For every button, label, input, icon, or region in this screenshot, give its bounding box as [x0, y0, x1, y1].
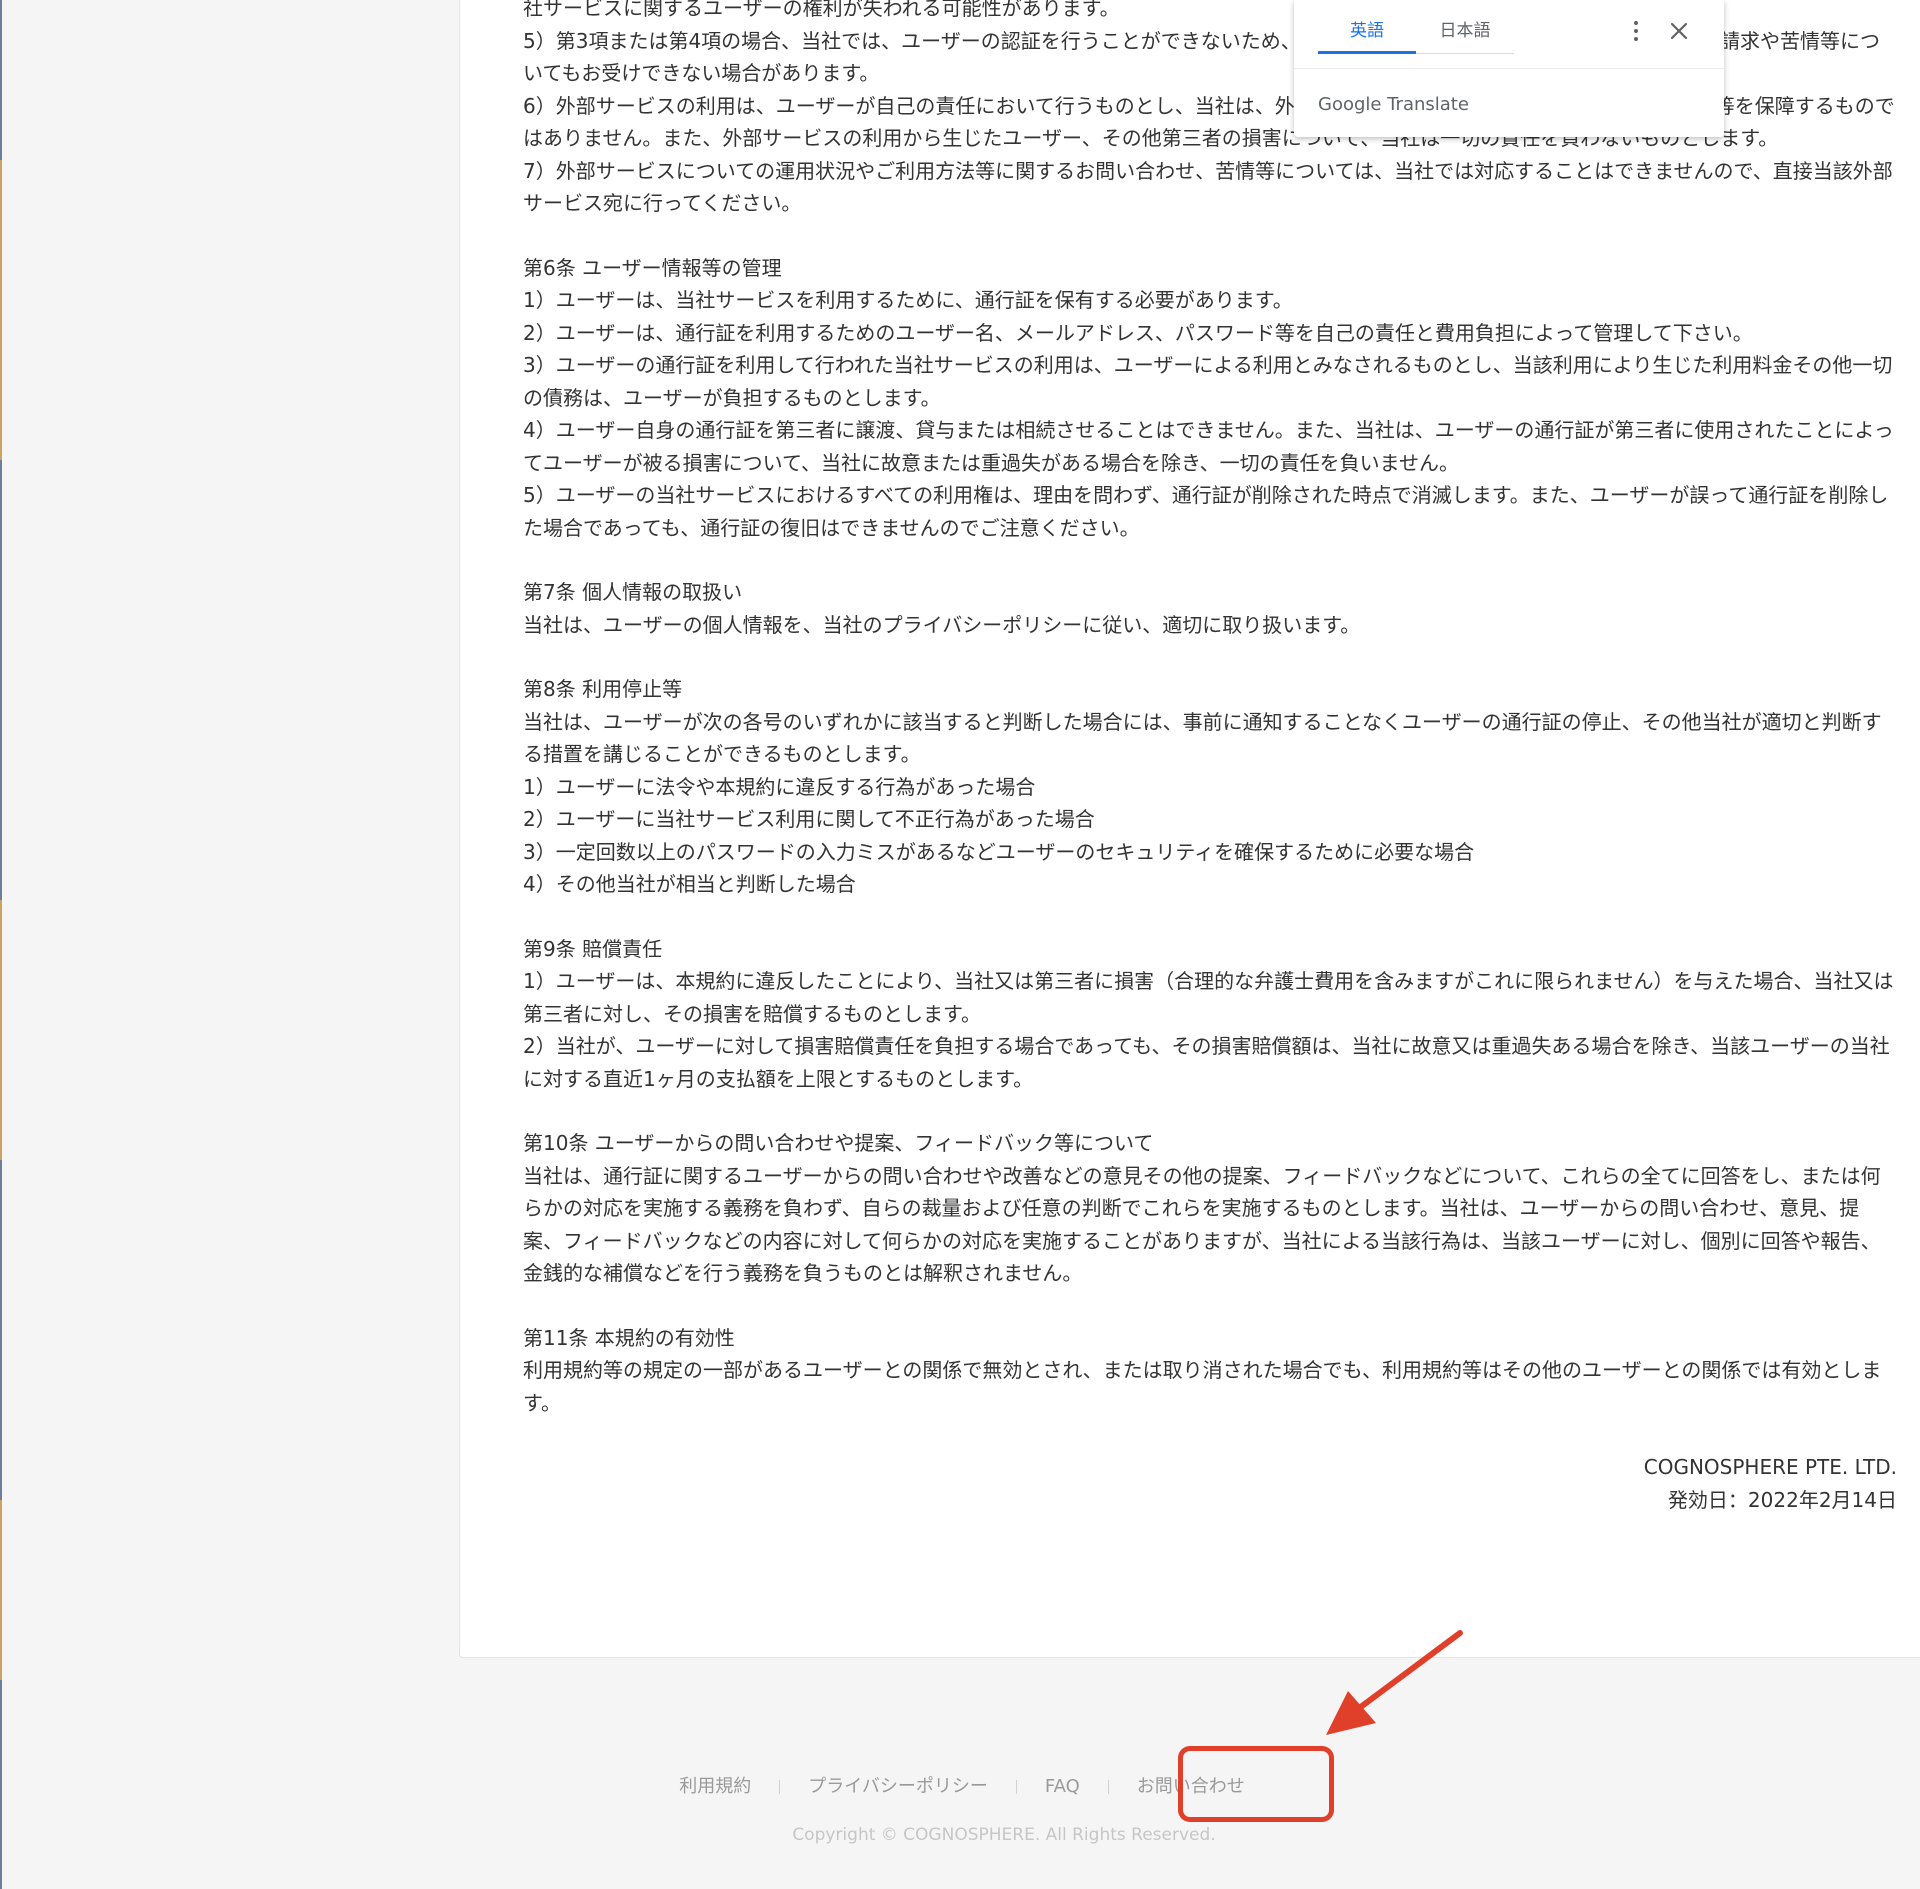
article-heading: 第6条 ユーザー情報等の管理	[523, 255, 782, 280]
article-heading: 第7条 個人情報の取扱い	[523, 580, 743, 604]
footer-copyright: Copyright © COGNOSPHERE. All Rights Rese…	[792, 1825, 1216, 1845]
paragraph: 2）当社が、ユーザーに対して損害賠償責任を負担する場合であっても、その損害賠償額…	[523, 1034, 1890, 1091]
effective-date: 発効日：2022年2月14日	[1667, 1487, 1897, 1512]
paragraph: 2）ユーザーに当社サービス利用に関して不正行為があった場合	[523, 807, 1095, 831]
paragraph: 当社は、ユーザーが次の各号のいずれかに該当すると判断した場合には、事前に通知する…	[523, 709, 1882, 767]
paragraph: 4）その他当社が相当と判断した場合	[523, 872, 856, 896]
paragraph: 7）外部サービスについての運用状況やご利用方法等に関するお問い合わせ、苦情等につ…	[523, 158, 1893, 216]
terms-content: 社サービスに関するユーザーの権利が失われる可能性があります。 5）第3項または第…	[523, 0, 1897, 1516]
article-heading: 第8条 利用停止等	[523, 677, 683, 701]
window-left-edge	[0, 0, 2, 1889]
article-heading: 第11条 本規約の有効性	[523, 1325, 735, 1350]
article-heading: 第9条 賠償責任	[523, 936, 663, 961]
google-translate-brand: Google Translate	[1318, 94, 1469, 115]
close-icon[interactable]	[1666, 18, 1692, 44]
paragraph: 利用規約等の規定の一部があるユーザーとの関係で無効とされ、または取り消された場合…	[523, 1358, 1882, 1415]
paragraph: 当社は、ユーザーの個人情報を、当社のプライバシーポリシーに従い、適切に取り扱いま…	[523, 612, 1361, 637]
footer-separator	[779, 1780, 781, 1794]
popup-divider	[1294, 68, 1724, 69]
more-vert-icon[interactable]	[1624, 18, 1648, 44]
footer-links: 利用規約 プライバシーポリシー FAQ お問い合わせ	[0, 1774, 1920, 1800]
paragraph: 当社は、通行証に関するユーザーからの問い合わせや改善などの意見その他の提案、フィ…	[523, 1163, 1881, 1286]
annotation-arrow-icon	[1326, 1630, 1463, 1735]
footer-separator	[1107, 1780, 1109, 1794]
translate-tab-source[interactable]: 英語	[1318, 16, 1416, 54]
article-heading: 第10条 ユーザーからの問い合わせや提案、フィードバック等について	[523, 1131, 1154, 1155]
paragraph: 3）ユーザーの通行証を利用して行われた当社サービスの利用は、ユーザーによる利用と…	[523, 353, 1893, 410]
paragraph: 5）ユーザーの当社サービスにおけるすべての利用権は、理由を問わず、通行証が削除さ…	[523, 483, 1889, 540]
paragraph: 3）一定回数以上のパスワードの入力ミスがあるなどユーザーのセキュリティを確保する…	[523, 839, 1475, 864]
paragraph: 2）ユーザーは、通行証を利用するためのユーザー名、メールアドレス、パスワード等を…	[523, 320, 1753, 345]
footer-separator	[1015, 1780, 1017, 1794]
annotation-highlight-box	[1178, 1746, 1334, 1822]
google-translate-popup: 英語 日本語 Google Translate	[1294, 0, 1724, 137]
paragraph: 4）ユーザー自身の通行証を第三者に譲渡、貸与または相続させることはできません。ま…	[523, 418, 1894, 475]
paragraph: 1）ユーザーは、当社サービスを利用するために、通行証を保有する必要があります。	[523, 288, 1293, 312]
footer-link-privacy[interactable]: プライバシーポリシー	[808, 1776, 988, 1797]
translate-tab-target[interactable]: 日本語	[1416, 16, 1514, 54]
footer-link-faq[interactable]: FAQ	[1045, 1776, 1080, 1797]
footer-link-terms[interactable]: 利用規約	[679, 1776, 751, 1797]
paragraph: 1）ユーザーは、本規約に違反したことにより、当社又は第三者に損害（合理的な弁護士…	[523, 969, 1894, 1026]
paragraph: 1）ユーザーに法令や本規約に違反する行為があった場合	[523, 774, 1036, 799]
company-name: COGNOSPHERE PTE. LTD.	[1643, 1455, 1897, 1479]
